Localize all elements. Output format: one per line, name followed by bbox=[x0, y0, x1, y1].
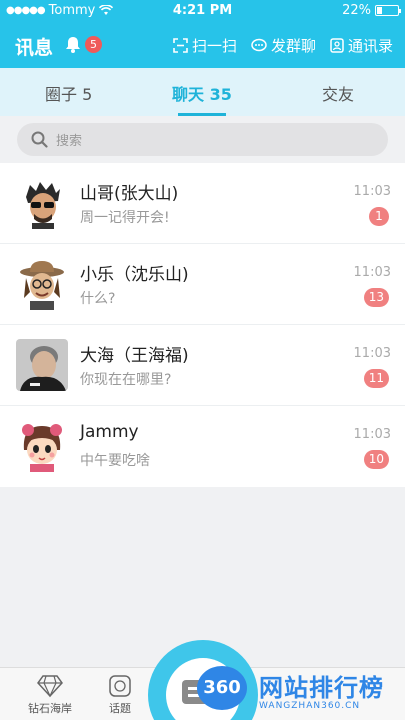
avatar-girl-cartoon bbox=[16, 420, 68, 472]
segment-tabs: 圈子 5 聊天 35 交友 bbox=[0, 68, 405, 116]
avatar-man-photo bbox=[16, 339, 68, 391]
group-chat-button[interactable]: 发群聊 bbox=[251, 35, 316, 56]
diamond-icon bbox=[37, 675, 63, 698]
chat-preview: 你现在在哪里? bbox=[80, 372, 172, 388]
chat-name: 小乐（沈乐山) bbox=[80, 265, 189, 285]
chat-list: 山哥(张大山) 周一记得开会! 11:03 1 小乐（沈乐山) 什么? 11:0… bbox=[0, 163, 405, 487]
tab-bar-diamond-coast[interactable]: 钻石海岸 bbox=[20, 674, 80, 716]
chat-preview: 什么? bbox=[80, 291, 116, 307]
chat-time: 11:03 bbox=[353, 346, 391, 361]
status-bar: ●●●●● Tommy 4:21 PM 22% bbox=[0, 0, 405, 22]
header-actions: 扫一扫 发群聊 通讯录 bbox=[173, 35, 393, 56]
chat-item[interactable]: 小乐（沈乐山) 什么? 11:03 13 bbox=[0, 244, 405, 325]
chat-time: 11:03 bbox=[353, 265, 391, 280]
contacts-icon bbox=[330, 38, 344, 53]
group-chat-icon bbox=[251, 38, 267, 52]
contacts-label: 通讯录 bbox=[347, 37, 393, 55]
unread-badge: 1 bbox=[369, 207, 389, 226]
search-bar[interactable]: 搜索 bbox=[17, 123, 388, 156]
watermark-brand: 网站排行榜 bbox=[259, 674, 384, 702]
tab-circles[interactable]: 圈子 5 bbox=[45, 81, 92, 105]
search-icon bbox=[31, 131, 48, 148]
unread-badge: 10 bbox=[363, 450, 389, 469]
bell-icon[interactable] bbox=[65, 36, 81, 53]
battery-percent: 22% bbox=[342, 3, 371, 18]
scan-icon bbox=[173, 38, 188, 53]
contacts-button[interactable]: 通讯录 bbox=[330, 35, 393, 56]
tab-bar-label: 话题 bbox=[109, 702, 131, 715]
chat-item[interactable]: Jammy 中午要吃啥 11:03 10 bbox=[0, 406, 405, 487]
search-placeholder: 搜索 bbox=[56, 134, 83, 149]
topic-icon bbox=[109, 675, 131, 697]
chat-time: 11:03 bbox=[353, 184, 391, 199]
unread-badge: 13 bbox=[363, 288, 389, 307]
chat-preview: 中午要吃啥 bbox=[80, 453, 150, 469]
chat-name: 山哥(张大山) bbox=[80, 184, 179, 204]
watermark-logo: 360 bbox=[197, 666, 247, 710]
group-chat-label: 发群聊 bbox=[270, 37, 316, 55]
avatar-man-hat bbox=[16, 258, 68, 310]
chat-time: 11:03 bbox=[353, 427, 391, 442]
watermark: 360 网站排行榜 WANGZHAN360.CN bbox=[197, 664, 405, 720]
app-header: 讯息 5 扫一扫 发群聊 通讯录 bbox=[0, 22, 405, 68]
scan-button[interactable]: 扫一扫 bbox=[173, 35, 237, 56]
tab-bar-label: 钻石海岸 bbox=[28, 702, 72, 715]
battery-group: 22% bbox=[342, 3, 401, 18]
avatar-man-sunglasses bbox=[16, 177, 68, 229]
notification-badge: 5 bbox=[85, 36, 102, 53]
chat-name: Jammy bbox=[80, 422, 139, 442]
page-title: 讯息 bbox=[15, 37, 54, 59]
tab-friends[interactable]: 交友 bbox=[322, 81, 354, 105]
active-tab-indicator bbox=[178, 113, 226, 116]
battery-icon bbox=[375, 5, 401, 16]
tab-chat[interactable]: 聊天 35 bbox=[172, 81, 232, 105]
chat-preview: 周一记得开会! bbox=[80, 210, 170, 226]
chat-item[interactable]: 山哥(张大山) 周一记得开会! 11:03 1 bbox=[0, 163, 405, 244]
watermark-domain: WANGZHAN360.CN bbox=[259, 701, 361, 711]
chat-item[interactable]: 大海（王海福) 你现在在哪里? 11:03 11 bbox=[0, 325, 405, 406]
tab-bar-topics[interactable]: 话题 bbox=[90, 674, 150, 716]
scan-label: 扫一扫 bbox=[191, 37, 237, 55]
unread-badge: 11 bbox=[363, 369, 389, 388]
chat-name: 大海（王海福) bbox=[80, 346, 189, 366]
